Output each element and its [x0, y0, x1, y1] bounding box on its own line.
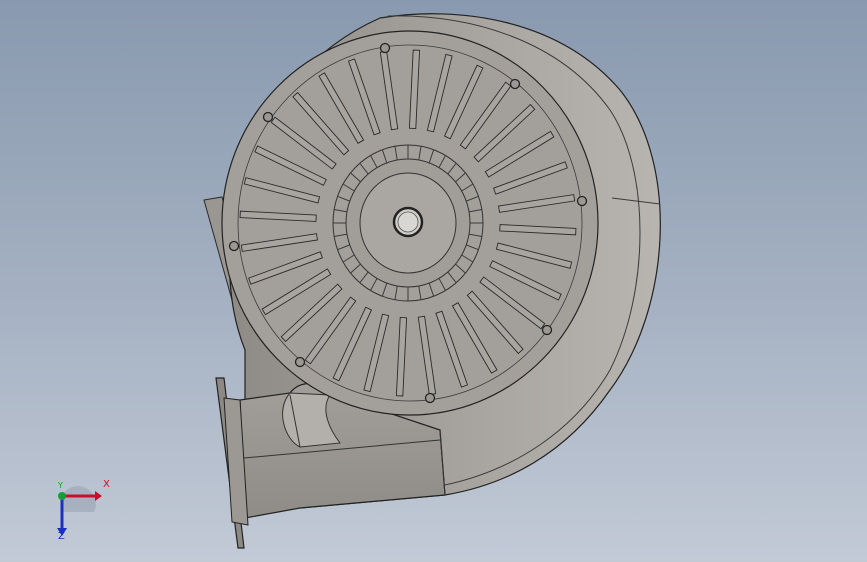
triad-axes-icon: [57, 486, 102, 536]
triad-y-label: Y: [58, 481, 63, 490]
3d-viewport[interactable]: X Y Z: [0, 0, 867, 562]
coordinate-triad: X Y Z: [40, 479, 120, 552]
blower-model[interactable]: [0, 0, 867, 562]
triad-z-label: Z: [58, 531, 65, 542]
triad-x-label: X: [103, 479, 110, 490]
hub-shaft-bore: [397, 211, 419, 233]
